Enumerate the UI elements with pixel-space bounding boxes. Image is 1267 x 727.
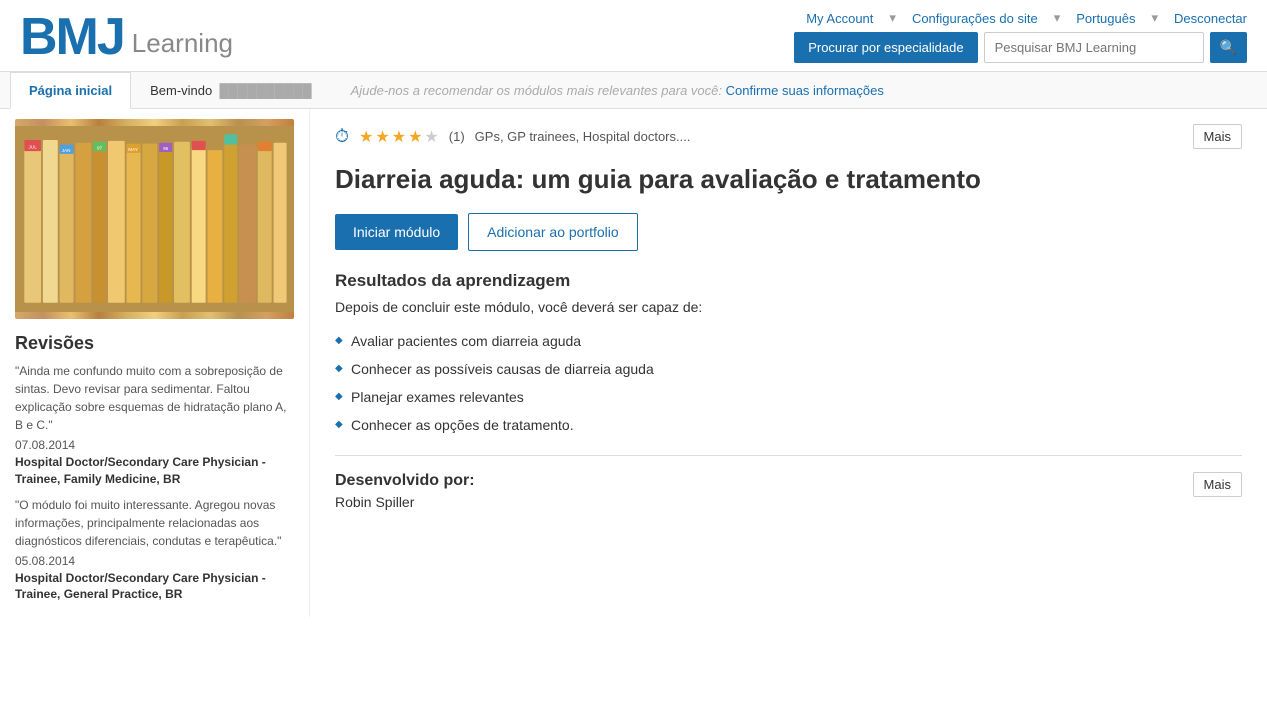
review-author-2: Hospital Doctor/Secondary Care Physician…	[15, 570, 294, 604]
review-date-2: 05.08.2014	[15, 554, 294, 568]
nav-sep-3: ▾	[1151, 10, 1158, 26]
review-date-1: 07.08.2014	[15, 438, 294, 452]
my-account-link[interactable]: My Account	[806, 11, 873, 26]
audience-mais-button[interactable]: Mais	[1193, 124, 1242, 149]
add-portfolio-button[interactable]: Adicionar ao portfolio	[468, 213, 638, 251]
star-3: ★	[392, 127, 406, 147]
star-2: ★	[375, 127, 389, 147]
search-button[interactable]: 🔍	[1210, 32, 1247, 63]
star-5-empty: ★	[424, 127, 438, 147]
list-item: "O módulo foi muito interessante. Agrego…	[15, 496, 294, 604]
start-module-button[interactable]: Iniciar módulo	[335, 214, 458, 250]
audience-text: GPs, GP trainees, Hospital doctors....	[475, 129, 691, 144]
review-text-2: "O módulo foi muito interessante. Agrego…	[15, 496, 294, 550]
left-panel: JUL JAN 97 MAY 96 Revisões "Ainda me con…	[0, 109, 310, 617]
developed-by-label: Desenvolvido por:	[335, 472, 475, 490]
module-meta: ⏱ ★ ★ ★ ★ ★ (1) GPs, GP trainees, Hospit…	[335, 124, 1242, 149]
svg-text:97: 97	[97, 145, 103, 150]
developed-by-mais-button[interactable]: Mais	[1193, 472, 1242, 497]
svg-text:JUL: JUL	[29, 144, 38, 149]
nav-sep-2: ▾	[1054, 10, 1061, 26]
review-author-1: Hospital Doctor/Secondary Care Physician…	[15, 454, 294, 488]
header-right: My Account ▾ Configurações do site ▾ Por…	[794, 10, 1247, 63]
developer-info: Desenvolvido por: Robin Spiller	[335, 472, 475, 510]
star-rating: ★ ★ ★ ★ ★	[359, 127, 439, 147]
svg-text:96: 96	[163, 146, 169, 151]
logo-bmj: BMJ	[20, 11, 124, 63]
module-image: JUL JAN 97 MAY 96	[15, 119, 294, 319]
confirm-info-link[interactable]: Confirme suas informações	[726, 83, 884, 98]
outcomes-intro: Depois de concluir este módulo, você dev…	[335, 299, 1242, 315]
tab-bar: Página inicial Bem-vindo ██████████ Ajud…	[0, 72, 1267, 109]
welcome-bar: Ajude-nos a recomendar os módulos mais r…	[331, 83, 1257, 98]
reviews-title: Revisões	[15, 333, 294, 354]
section-divider	[335, 455, 1242, 456]
list-item: Conhecer as opções de tratamento.	[335, 411, 1242, 439]
learning-outcomes-section: Resultados da aprendizagem Depois de con…	[335, 271, 1242, 439]
action-buttons: Iniciar módulo Adicionar ao portfolio	[335, 213, 1242, 251]
configuracoes-link[interactable]: Configurações do site	[912, 11, 1038, 26]
list-item: "Ainda me confundo muito com a sobreposi…	[15, 362, 294, 488]
tab-bem-vindo[interactable]: Bem-vindo ██████████	[131, 72, 330, 109]
outcomes-section-title: Resultados da aprendizagem	[335, 271, 1242, 291]
module-title: Diarreia aguda: um guia para avaliação e…	[335, 163, 1242, 197]
list-item: Avaliar pacientes com diarreia aguda	[335, 327, 1242, 355]
svg-text:JAN: JAN	[62, 148, 71, 153]
clock-icon: ⏱	[335, 126, 349, 147]
developed-by-section: Desenvolvido por: Robin Spiller Mais	[335, 472, 1242, 510]
username-display: ██████████	[219, 83, 311, 98]
svg-text:MAY: MAY	[128, 147, 138, 152]
review-text-1: "Ainda me confundo muito com a sobreposi…	[15, 362, 294, 434]
top-nav: My Account ▾ Configurações do site ▾ Por…	[806, 10, 1247, 26]
module-image-svg: JUL JAN 97 MAY 96	[15, 119, 294, 319]
nav-sep-1: ▾	[889, 10, 896, 26]
rating-count: (1)	[449, 129, 465, 144]
outcomes-list: Avaliar pacientes com diarreia aguda Con…	[335, 327, 1242, 439]
star-4: ★	[408, 127, 422, 147]
list-item: Planejar exames relevantes	[335, 383, 1242, 411]
main-content: JUL JAN 97 MAY 96 Revisões "Ainda me con…	[0, 109, 1267, 617]
star-1: ★	[359, 127, 373, 147]
logo-learning: Learning	[132, 28, 233, 63]
author-name: Robin Spiller	[335, 494, 475, 510]
desconectar-link[interactable]: Desconectar	[1174, 11, 1247, 26]
search-bar: Procurar por especialidade 🔍	[794, 32, 1247, 63]
search-input[interactable]	[984, 32, 1204, 63]
right-panel: ⏱ ★ ★ ★ ★ ★ (1) GPs, GP trainees, Hospit…	[310, 109, 1267, 617]
specialty-button[interactable]: Procurar por especialidade	[794, 32, 977, 63]
logo-area: BMJ Learning	[20, 11, 233, 63]
list-item: Conhecer as possíveis causas de diarreia…	[335, 355, 1242, 383]
language-link[interactable]: Português	[1076, 11, 1135, 26]
tab-pagina-inicial[interactable]: Página inicial	[10, 72, 131, 109]
reviews-section: Revisões "Ainda me confundo muito com a …	[15, 333, 294, 603]
header: BMJ Learning My Account ▾ Configurações …	[0, 0, 1267, 72]
